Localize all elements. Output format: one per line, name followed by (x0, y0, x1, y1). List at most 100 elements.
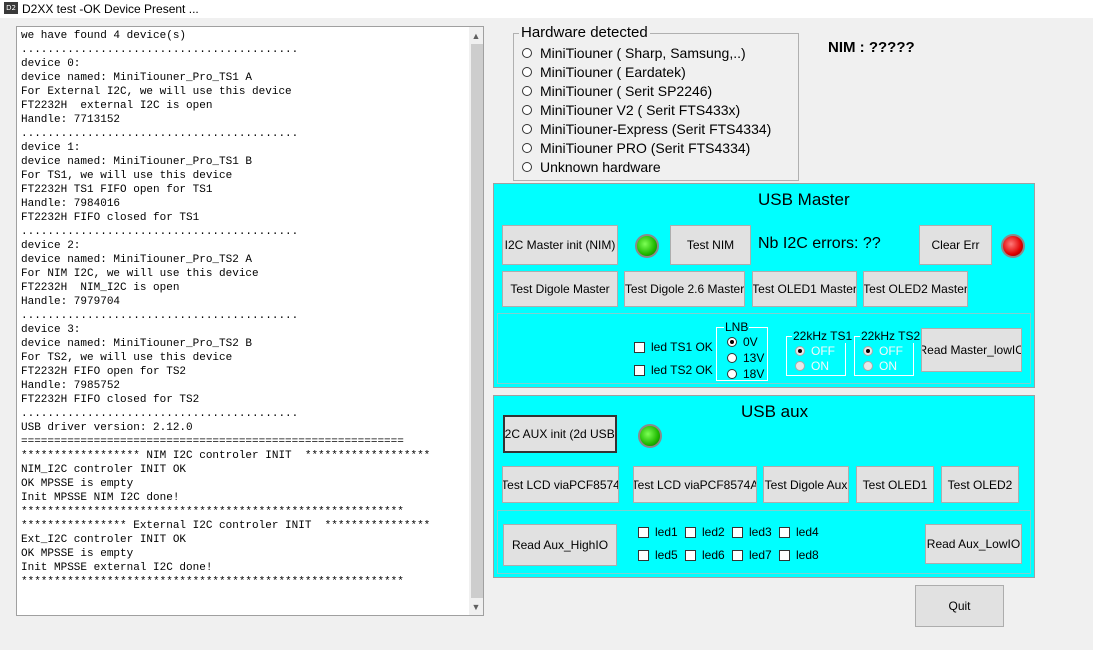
khz-ts1-off[interactable]: OFF (795, 344, 835, 358)
khz-ts2-on[interactable]: ON (863, 359, 897, 373)
error-led-icon (1001, 234, 1025, 258)
hardware-option[interactable]: MiniTiouner ( Eardatek) (522, 62, 686, 81)
checkbox-icon[interactable] (685, 549, 696, 561)
khz-option-label: ON (879, 359, 897, 373)
hardware-option[interactable]: MiniTiouner PRO (Serit FTS4334) (522, 138, 750, 157)
led-label: led7 (749, 548, 772, 562)
radio-icon[interactable] (522, 104, 532, 115)
hardware-option-label: MiniTiouner ( Sharp, Samsung,..) (540, 44, 746, 61)
khz-option-label: OFF (811, 344, 835, 358)
led6-checkbox[interactable]: led6 (685, 548, 725, 562)
khz-ts2-off[interactable]: OFF (863, 344, 903, 358)
radio-icon[interactable] (727, 353, 737, 363)
led-label: led3 (749, 525, 772, 539)
hardware-option[interactable]: MiniTiouner V2 ( Serit FTS433x) (522, 100, 740, 119)
led-label: led1 (655, 525, 678, 539)
i2c-aux-init-button[interactable]: I2C AUX init (2d USB) (503, 415, 617, 453)
radio-icon[interactable] (863, 361, 873, 371)
hardware-group-title: Hardware detected (519, 24, 650, 41)
radio-icon[interactable] (863, 346, 873, 356)
lnb-option-label: 13V (743, 351, 765, 365)
hardware-option[interactable]: MiniTiouner ( Sharp, Samsung,..) (522, 43, 746, 62)
test-digole26-master-button[interactable]: Test Digole 2.6 Master (624, 271, 745, 307)
lnb-title: LNB (724, 320, 750, 334)
radio-icon[interactable] (522, 85, 532, 96)
lnb-option-18v[interactable]: 18V (727, 367, 764, 381)
khz-option-label: ON (811, 359, 829, 373)
led3-checkbox[interactable]: led3 (732, 525, 772, 539)
led-label: led6 (702, 548, 725, 562)
led-ts2-label: led TS2 OK (651, 363, 713, 377)
log-textbox[interactable]: we have found 4 device(s) ..............… (16, 26, 484, 616)
hardware-option-label: MiniTiouner ( Eardatek) (540, 63, 686, 80)
checkbox-icon[interactable] (779, 549, 790, 561)
radio-icon[interactable] (522, 161, 532, 172)
hardware-option[interactable]: MiniTiouner-Express (Serit FTS4334) (522, 119, 771, 138)
checkbox-icon[interactable] (685, 526, 696, 538)
master-init-led-icon (635, 234, 659, 258)
quit-button[interactable]: Quit (915, 585, 1004, 627)
checkbox-icon[interactable] (634, 364, 645, 376)
test-oled2-button[interactable]: Test OLED2 (941, 466, 1019, 503)
checkbox-icon[interactable] (732, 526, 743, 538)
usb-master-title: USB Master (758, 190, 850, 209)
lnb-option-13v[interactable]: 13V (727, 351, 764, 365)
nim-label: NIM : ????? (828, 39, 915, 56)
lnb-option-label: 0V (743, 335, 758, 349)
led-ts2-checkbox[interactable]: led TS2 OK (634, 363, 713, 377)
i2c-master-init-button[interactable]: I2C Master init (NIM) (502, 225, 618, 265)
read-aux-highio-button[interactable]: Read Aux_HighIO (503, 524, 617, 566)
log-text: we have found 4 device(s) ..............… (21, 30, 431, 588)
radio-icon[interactable] (795, 361, 805, 371)
clear-err-button[interactable]: Clear Err (919, 225, 992, 265)
khz-option-label: OFF (879, 344, 903, 358)
khz-ts1-title: 22kHz TS1 (792, 329, 854, 343)
hardware-option-label: MiniTiouner PRO (Serit FTS4334) (540, 139, 751, 156)
test-oled1-button[interactable]: Test OLED1 (856, 466, 934, 503)
read-aux-lowio-button[interactable]: Read Aux_LowIO (925, 524, 1022, 564)
led2-checkbox[interactable]: led2 (685, 525, 725, 539)
led5-checkbox[interactable]: led5 (638, 548, 678, 562)
led8-checkbox[interactable]: led8 (779, 548, 819, 562)
app-icon: D2 (4, 2, 18, 14)
radio-icon[interactable] (795, 346, 805, 356)
hardware-option[interactable]: MiniTiouner ( Serit SP2246) (522, 81, 712, 100)
led7-checkbox[interactable]: led7 (732, 548, 772, 562)
checkbox-icon[interactable] (779, 526, 790, 538)
log-scrollbar-thumb[interactable] (471, 44, 483, 598)
test-oled2-master-button[interactable]: Test OLED2 Master (863, 271, 968, 307)
radio-icon[interactable] (727, 369, 737, 379)
led-label: led4 (796, 525, 819, 539)
radio-icon[interactable] (727, 337, 737, 347)
radio-icon[interactable] (522, 123, 532, 134)
khz-ts2-title: 22kHz TS2 (860, 329, 922, 343)
khz-ts1-on[interactable]: ON (795, 359, 829, 373)
test-digole-master-button[interactable]: Test Digole Master (502, 271, 618, 307)
scroll-down-icon[interactable]: ▼ (469, 600, 483, 614)
lnb-option-0v[interactable]: 0V (727, 335, 758, 349)
checkbox-icon[interactable] (638, 549, 649, 561)
aux-init-led-icon (638, 424, 662, 448)
radio-icon[interactable] (522, 142, 532, 153)
lnb-option-label: 18V (743, 367, 765, 381)
test-digole-aux-button[interactable]: Test Digole Aux (763, 466, 849, 503)
radio-icon[interactable] (522, 66, 532, 77)
read-master-lowio-button[interactable]: Read Master_lowIO (921, 328, 1022, 372)
checkbox-icon[interactable] (638, 526, 649, 538)
hardware-option-label: Unknown hardware (540, 158, 661, 175)
i2c-errors-label: Nb I2C errors: ?? (758, 235, 881, 252)
checkbox-icon[interactable] (634, 341, 645, 353)
test-lcd-pcf8574-button[interactable]: Test LCD viaPCF8574 (502, 466, 619, 503)
scroll-up-icon[interactable]: ▲ (469, 29, 483, 43)
led-ts1-checkbox[interactable]: led TS1 OK (634, 340, 713, 354)
led1-checkbox[interactable]: led1 (638, 525, 678, 539)
test-nim-button[interactable]: Test NIM (670, 225, 751, 265)
window-title: D2XX test -OK Device Present ... (22, 2, 199, 16)
hardware-option[interactable]: Unknown hardware (522, 157, 661, 176)
radio-icon[interactable] (522, 47, 532, 58)
checkbox-icon[interactable] (732, 549, 743, 561)
hardware-option-label: MiniTiouner ( Serit SP2246) (540, 82, 713, 99)
test-lcd-pcf8574a-button[interactable]: Test LCD viaPCF8574A (633, 466, 757, 503)
test-oled1-master-button[interactable]: Test OLED1 Master (752, 271, 857, 307)
led4-checkbox[interactable]: led4 (779, 525, 819, 539)
